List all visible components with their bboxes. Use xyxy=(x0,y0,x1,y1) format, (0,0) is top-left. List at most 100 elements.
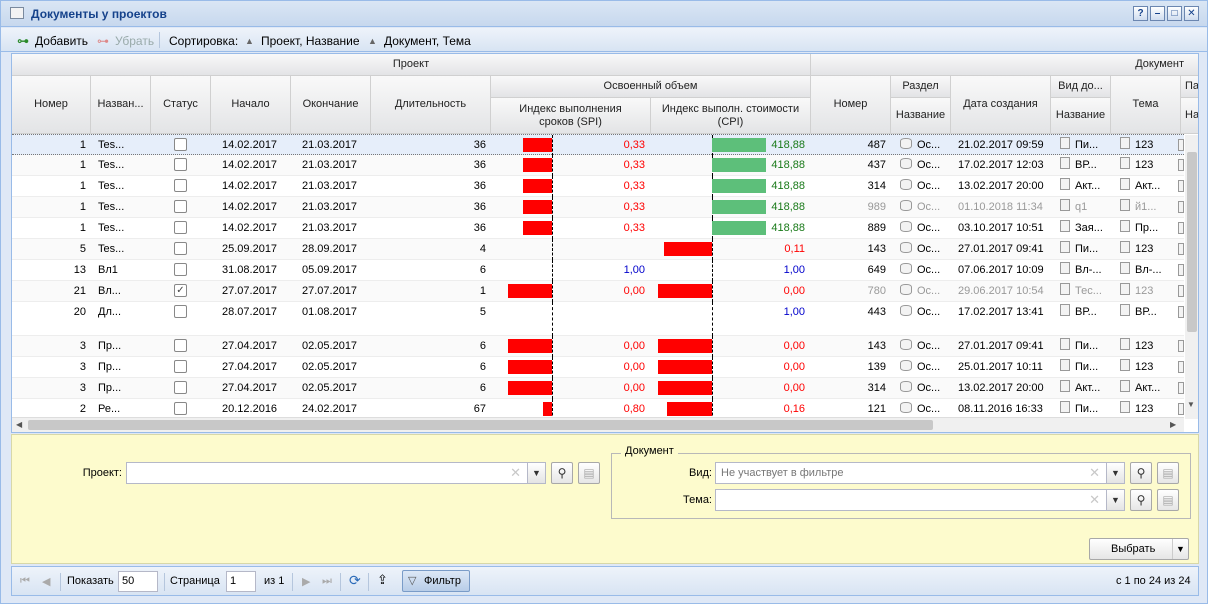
chevron-down-icon[interactable]: ▼ xyxy=(1172,539,1188,559)
horizontal-scroll-thumb[interactable] xyxy=(28,420,933,430)
cell-spi: 0,33 xyxy=(572,176,650,196)
project-search-button[interactable]: ⚲ xyxy=(551,462,573,484)
cell-name-text: Tes... xyxy=(98,201,125,213)
cell-end: 05.09.2017 xyxy=(297,260,371,280)
status-checkbox[interactable] xyxy=(174,242,187,255)
header-cpi[interactable]: Индекс выполн. стоимости (CPI) xyxy=(651,98,811,134)
status-checkbox[interactable] xyxy=(174,381,187,394)
sort-project-name-button[interactable]: Проект, Название xyxy=(261,34,360,48)
header-name[interactable]: Назван... xyxy=(91,76,151,134)
status-checkbox[interactable] xyxy=(174,179,187,192)
document-type-icon xyxy=(1060,338,1070,350)
table-row[interactable]: 3 Пр... 27.04.2017 02.05.2017 6 0,00 0,00 139 Ос… xyxy=(12,357,1184,378)
topic-combo[interactable]: ✕ ▼ xyxy=(715,489,1125,511)
scroll-right-icon[interactable]: ▶ xyxy=(1170,420,1176,429)
database-icon xyxy=(900,263,912,274)
export-icon[interactable]: ⇪ xyxy=(377,572,388,588)
header-topic[interactable]: Тема xyxy=(1111,76,1181,134)
table-row[interactable]: 3 Пр... 27.04.2017 02.05.2017 6 0,00 0,00 143 Ос… xyxy=(12,336,1184,357)
header-section-name[interactable]: Название xyxy=(891,98,951,134)
maximize-button[interactable]: □ xyxy=(1167,6,1182,21)
type-combo[interactable]: Не участвует в фильтре ✕ ▼ xyxy=(715,462,1125,484)
project-combo[interactable]: ✕ ▼ xyxy=(126,462,546,484)
header-created[interactable]: Дата создания xyxy=(951,76,1051,134)
chevron-down-icon[interactable]: ▼ xyxy=(1106,463,1124,483)
document-type-icon xyxy=(1060,262,1070,274)
status-checkbox[interactable] xyxy=(174,402,187,415)
type-open-button[interactable]: ▤ xyxy=(1157,462,1179,484)
table-row[interactable]: 5 Tes... 25.09.2017 28.09.2017 4 0,11 143 Ос...… xyxy=(12,239,1184,260)
cell-end: 28.09.2017 xyxy=(297,239,371,259)
header-duration[interactable]: Длительность xyxy=(371,76,491,134)
document-type-icon xyxy=(1060,178,1070,190)
next-page-icon[interactable]: ▶ xyxy=(302,575,310,588)
clear-icon[interactable]: ✕ xyxy=(510,463,521,483)
last-page-icon[interactable]: ⏭ xyxy=(322,575,332,588)
table-row[interactable]: 21 Вл... ✓ 27.07.2017 27.07.2017 1 0,00 0,00 780… xyxy=(12,281,1184,302)
select-button[interactable]: Выбрать ▼ xyxy=(1089,538,1189,560)
cell-section-text: Ос... xyxy=(917,382,941,394)
status-checkbox[interactable] xyxy=(174,158,187,171)
cell-section-text: Ос... xyxy=(917,340,941,352)
sort-document-topic-button[interactable]: Документ, Тема xyxy=(384,34,471,48)
scroll-down-icon[interactable]: ▼ xyxy=(1187,400,1195,409)
cell-created-text: 29.06.2017 10:54 xyxy=(958,285,1044,297)
status-checkbox[interactable] xyxy=(174,221,187,234)
status-checkbox[interactable] xyxy=(174,339,187,352)
clear-icon[interactable]: ✕ xyxy=(1089,490,1100,510)
header-end[interactable]: Окончание xyxy=(291,76,371,134)
close-button[interactable]: ✕ xyxy=(1184,6,1199,21)
add-button[interactable]: Добавить xyxy=(35,34,88,48)
header-start[interactable]: Начало xyxy=(211,76,291,134)
header-num[interactable]: Номер xyxy=(12,76,91,134)
header-status[interactable]: Статус xyxy=(151,76,211,134)
remove-button[interactable]: Убрать xyxy=(115,34,154,48)
document-type-icon xyxy=(1060,380,1070,392)
status-checkbox[interactable] xyxy=(174,305,187,318)
help-button[interactable]: ? xyxy=(1133,6,1148,21)
type-search-button[interactable]: ⚲ xyxy=(1130,462,1152,484)
first-page-icon[interactable]: ⏮ xyxy=(20,575,30,588)
header-spi[interactable]: Индекс выполнения сроков (SPI) xyxy=(491,98,651,134)
refresh-icon[interactable]: ⟳ xyxy=(349,572,361,589)
table-row[interactable]: 20 Дл... 28.07.2017 01.08.2017 5 1,00 443 Ос...… xyxy=(12,302,1184,336)
page-input[interactable]: 1 xyxy=(226,571,256,592)
chevron-down-icon[interactable]: ▼ xyxy=(1106,490,1124,510)
header-doc-num[interactable]: Номер xyxy=(811,76,891,134)
project-open-button[interactable]: ▤ xyxy=(578,462,600,484)
page-size-input[interactable]: 50 xyxy=(118,571,158,592)
topic-search-button[interactable]: ⚲ xyxy=(1130,489,1152,511)
cell-cpi-text: 0,00 xyxy=(783,382,805,394)
minimize-button[interactable]: – xyxy=(1150,6,1165,21)
window: Документы у проектов ? – □ ✕ ⊶ Добавить … xyxy=(0,0,1208,604)
filter-button[interactable]: ▽ Фильтр xyxy=(402,570,470,592)
status-checkbox[interactable] xyxy=(174,138,187,151)
status-checkbox[interactable] xyxy=(174,263,187,276)
cell-created-text: 03.10.2017 10:51 xyxy=(958,222,1044,234)
topic-folder-icon xyxy=(1120,220,1130,232)
cell-section: Ос... xyxy=(895,336,951,356)
chevron-down-icon[interactable]: ▼ xyxy=(527,463,545,483)
table-row[interactable]: 1 Tes... 14.02.2017 21.03.2017 36 0,33 418,88 8… xyxy=(12,218,1184,239)
header-extra-name[interactable]: Наз xyxy=(1181,98,1198,134)
cell-num-text: 21 xyxy=(73,285,86,297)
topic-folder-icon xyxy=(1120,401,1130,413)
table-row[interactable]: 1 Tes... 14.02.2017 21.03.2017 36 0,33 418,88 4… xyxy=(12,155,1184,176)
cell-duration: 4 xyxy=(371,239,491,259)
table-row[interactable]: 1 Tes... 14.02.2017 21.03.2017 36 0,33 418,88 3… xyxy=(12,176,1184,197)
prev-page-icon[interactable]: ◀ xyxy=(42,575,50,588)
status-checkbox[interactable] xyxy=(174,360,187,373)
table-row[interactable]: 3 Пр... 27.04.2017 02.05.2017 6 0,00 0,00 314 Ос… xyxy=(12,378,1184,399)
vertical-scroll-thumb[interactable] xyxy=(1187,152,1197,332)
status-checkbox[interactable] xyxy=(174,200,187,213)
header-doc-type-name[interactable]: Название xyxy=(1051,98,1111,134)
table-row[interactable]: 13 Вл1 31.08.2017 05.09.2017 6 1,00 1,00 649 Ос.… xyxy=(12,260,1184,281)
cell-doc-type: Акт... xyxy=(1055,378,1111,398)
topic-open-button[interactable]: ▤ xyxy=(1157,489,1179,511)
status-checkbox[interactable]: ✓ xyxy=(174,284,187,297)
table-row[interactable]: 1 Tes... 14.02.2017 21.03.2017 36 0,33 418,88 4… xyxy=(12,134,1184,156)
scroll-left-icon[interactable]: ◀ xyxy=(16,420,22,429)
clear-icon[interactable]: ✕ xyxy=(1089,463,1100,483)
table-row[interactable]: 1 Tes... 14.02.2017 21.03.2017 36 0,33 418,88 9… xyxy=(12,197,1184,218)
spi-baseline xyxy=(552,281,553,302)
